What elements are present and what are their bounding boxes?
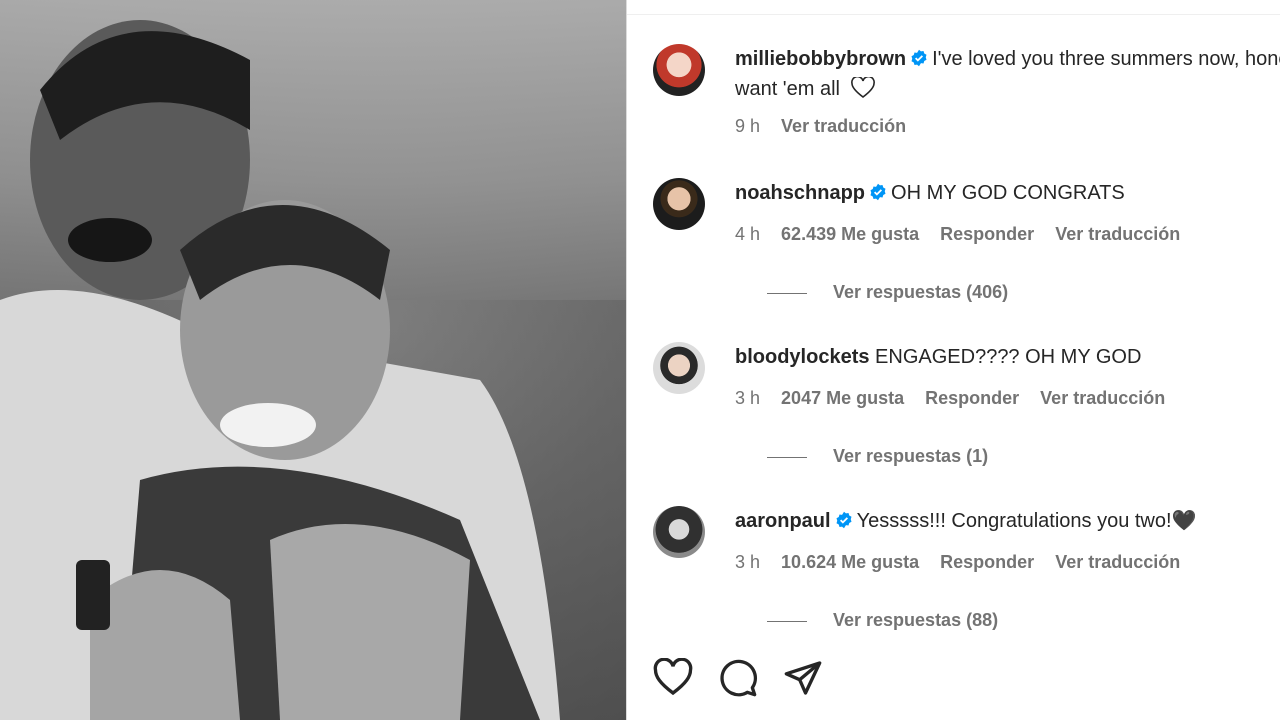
view-replies-button[interactable]: Ver respuestas (1)	[767, 446, 988, 467]
verified-badge-icon	[911, 49, 927, 67]
comment-time: 4 h	[735, 224, 761, 244]
action-bar	[627, 640, 1280, 720]
view-replies-button[interactable]: Ver respuestas (88)	[767, 610, 998, 631]
photo-figures	[0, 20, 560, 720]
comment-username[interactable]: noahschnapp	[735, 182, 865, 204]
comment-meta: 3 h 2047 Me gusta Responder Ver traducci…	[735, 388, 1181, 409]
comment-item: noahschnapp OH MY GOD CONGRATS 4 h 62.439…	[653, 178, 1280, 328]
caption-body-2: want 'em all	[735, 78, 840, 100]
comment-username[interactable]: bloodylockets	[735, 346, 869, 368]
comment-text: aaronpaul Yesssss!!! Congratulations you …	[735, 506, 1280, 536]
verified-badge-icon	[836, 511, 852, 529]
heart-emoji-icon	[850, 75, 875, 99]
view-replies-button[interactable]: Ver respuestas (406)	[767, 282, 1008, 303]
replies-line	[767, 620, 807, 622]
reply-button[interactable]: Responder	[940, 552, 1034, 572]
reply-button[interactable]: Responder	[925, 388, 1019, 408]
caption-time: 9 h	[735, 116, 761, 136]
translate-link[interactable]: Ver traducción	[1040, 388, 1165, 408]
comment-meta: 3 h 10.624 Me gusta Responder Ver traduc…	[735, 552, 1196, 573]
post-photo	[0, 0, 626, 720]
avatar[interactable]	[653, 44, 705, 96]
comment-body: ENGAGED???? OH MY GOD	[875, 346, 1142, 368]
comment-time: 3 h	[735, 388, 761, 408]
avatar[interactable]	[653, 506, 705, 558]
caption-username[interactable]: milliebobbybrown	[735, 48, 906, 70]
caption: milliebobbybrown I've loved you three sum…	[653, 44, 1280, 154]
comment-item: aaronpaul Yesssss!!! Congratulations you …	[653, 506, 1280, 640]
comment-item: bloodylockets ENGAGED???? OH MY GOD 3 h …	[653, 342, 1280, 492]
comment-time: 3 h	[735, 552, 761, 572]
caption-text: milliebobbybrown I've loved you three sum…	[735, 44, 1280, 104]
comment-icon[interactable]	[718, 658, 758, 698]
caption-meta: 9 h Ver traducción	[735, 116, 922, 137]
comments-panel[interactable]: milliebobbybrown I've loved you three sum…	[627, 0, 1280, 640]
view-replies-label: Ver respuestas (1)	[833, 446, 989, 466]
view-replies-label: Ver respuestas (406)	[833, 282, 1009, 302]
heart-icon[interactable]	[653, 658, 693, 698]
replies-line	[767, 456, 807, 458]
comment-likes[interactable]: 10.624 Me gusta	[781, 552, 919, 572]
caption-translate-link[interactable]: Ver traducción	[781, 116, 906, 136]
avatar[interactable]	[653, 178, 705, 230]
comment-likes[interactable]: 2047 Me gusta	[781, 388, 904, 408]
comment-likes[interactable]: 62.439 Me gusta	[781, 224, 919, 244]
comment-text: bloodylockets ENGAGED???? OH MY GOD	[735, 342, 1280, 372]
translate-link[interactable]: Ver traducción	[1055, 552, 1180, 572]
replies-line	[767, 292, 807, 294]
comment-username[interactable]: aaronpaul	[735, 510, 831, 532]
comment-body: OH MY GOD CONGRATS	[891, 182, 1125, 204]
view-replies-label: Ver respuestas (88)	[833, 610, 999, 630]
comment-meta: 4 h 62.439 Me gusta Responder Ver traduc…	[735, 224, 1196, 245]
caption-body: I've loved you three summers now, honey …	[932, 48, 1280, 70]
avatar[interactable]	[653, 342, 705, 394]
comment-text: noahschnapp OH MY GOD CONGRATS	[735, 178, 1280, 208]
reply-button[interactable]: Responder	[940, 224, 1034, 244]
paper-plane-icon[interactable]	[783, 658, 823, 698]
verified-badge-icon	[870, 183, 886, 201]
translate-link[interactable]: Ver traducción	[1055, 224, 1180, 244]
comment-body: Yesssss!!! Congratulations you two!🖤	[856, 510, 1197, 532]
